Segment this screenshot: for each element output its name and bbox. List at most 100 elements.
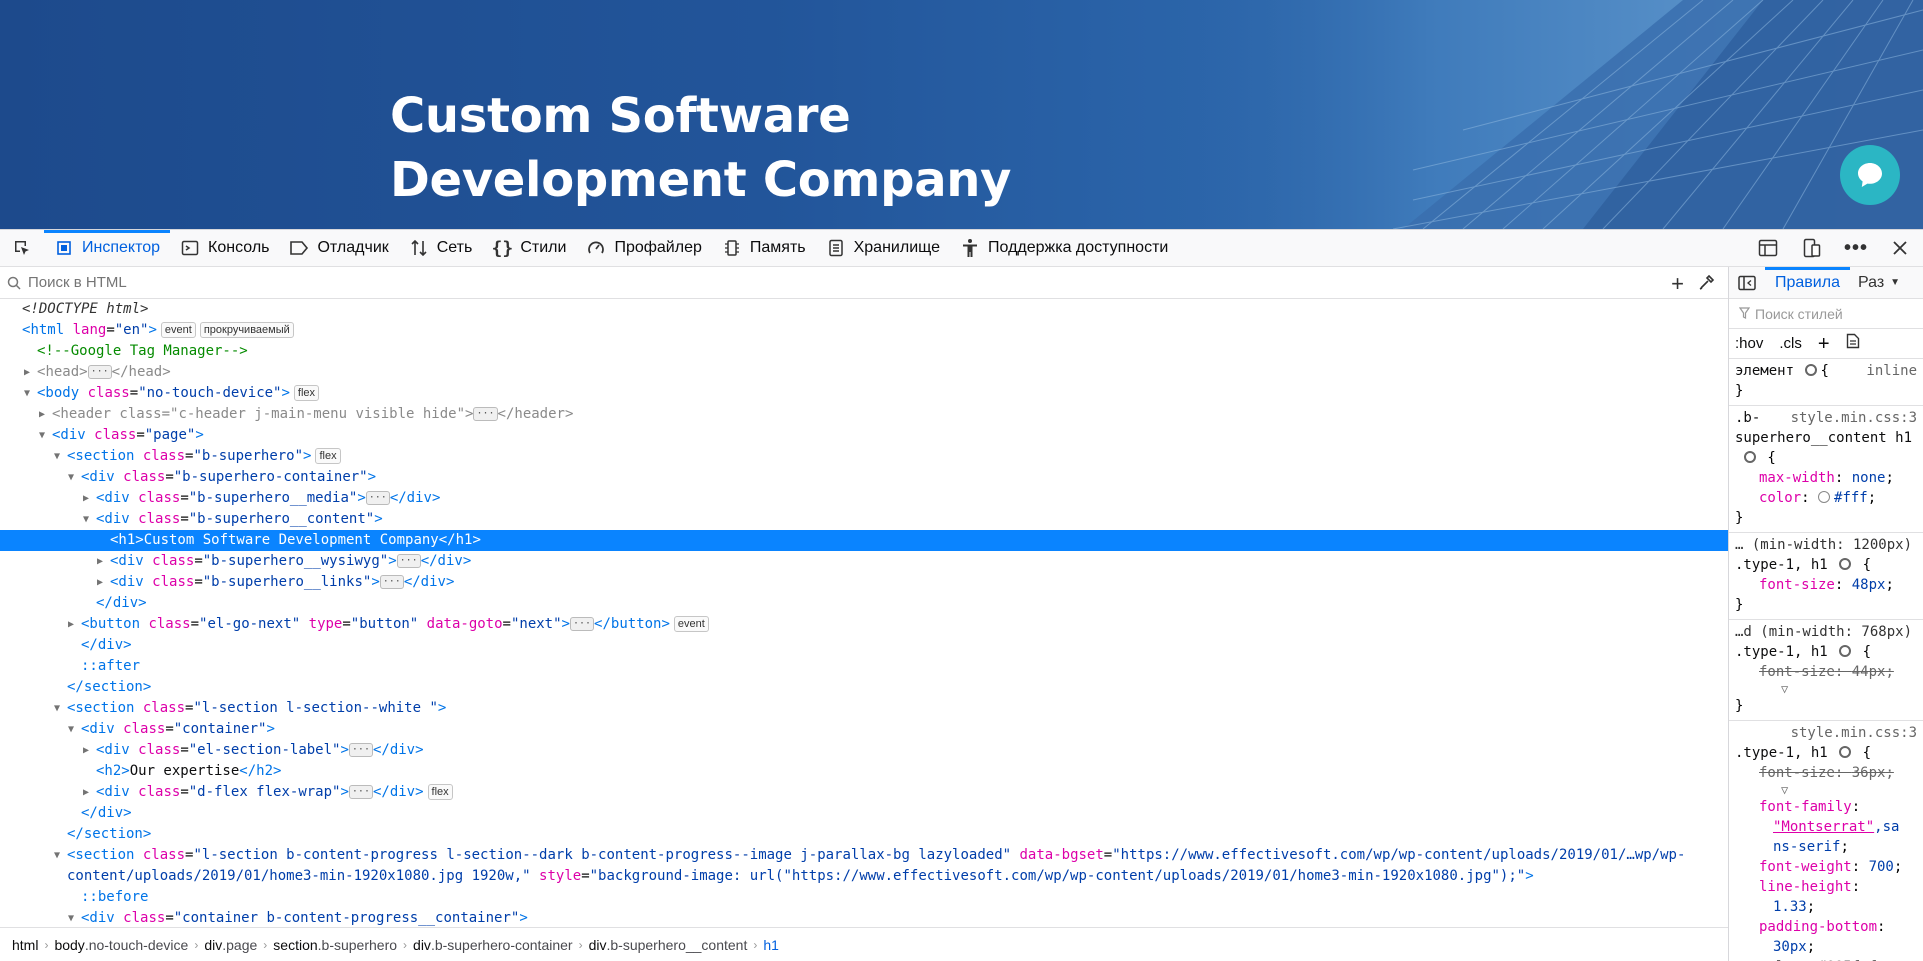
font-link[interactable]: "Montserrat": [1773, 819, 1874, 835]
markup-line-h1-selected[interactable]: <h1>Custom Software Development Company<…: [0, 530, 1728, 551]
tab-network[interactable]: Сеть: [399, 230, 483, 266]
collapsed-ellipsis[interactable]: ···: [473, 407, 498, 421]
collapse-arrow-icon[interactable]: ▼: [66, 719, 76, 740]
markup-line-section-label[interactable]: ▶ <div class="el-section-label"> ··· </div>: [0, 740, 1728, 761]
breadcrumb-item-html[interactable]: html: [8, 937, 42, 953]
expand-arrow-icon[interactable]: ▶: [66, 614, 76, 635]
add-rule-icon[interactable]: +: [1818, 334, 1830, 354]
markup-line-close-div[interactable]: </div>: [0, 803, 1728, 824]
color-swatch[interactable]: [1818, 491, 1831, 503]
markup-line-head[interactable]: ▶ <head> ··· </head>: [0, 362, 1728, 383]
markup-line-section-progress[interactable]: ▼ <section class="l-section b-content-pro…: [0, 845, 1728, 887]
markup-line-h2[interactable]: <h2>Our expertise</h2>: [0, 761, 1728, 782]
rule-source[interactable]: style.min.css:3: [1791, 408, 1917, 428]
declaration-overridden[interactable]: font-size: 44px;: [1735, 662, 1917, 682]
collapsed-ellipsis[interactable]: ···: [348, 743, 373, 757]
media-query[interactable]: …d (min-width: 768px): [1735, 622, 1917, 642]
collapsed-ellipsis[interactable]: ···: [348, 785, 373, 799]
print-simulation-icon[interactable]: [1846, 333, 1860, 355]
gear-icon[interactable]: [1805, 364, 1818, 376]
styles-filter[interactable]: Поиск стилей: [1729, 299, 1923, 329]
tab-profiler[interactable]: Профайлер: [576, 230, 711, 266]
flex-badge[interactable]: flex: [315, 448, 341, 464]
flex-badge[interactable]: flex: [293, 385, 320, 401]
markup-line-superhero-content[interactable]: ▼ <div class="b-superhero__content">: [0, 509, 1728, 530]
expand-arrow-icon[interactable]: ▶: [95, 572, 105, 593]
expand-arrow-icon[interactable]: ▶: [95, 551, 105, 572]
breadcrumb-item-content[interactable]: div .b-superhero__content: [585, 937, 752, 953]
filter-icon[interactable]: ▽: [1735, 682, 1917, 696]
scrollable-badge[interactable]: прокручиваемый: [199, 322, 294, 338]
rule-selector[interactable]: .b-: [1735, 410, 1760, 426]
element-picker-button[interactable]: [0, 230, 44, 266]
breadcrumb-item-section[interactable]: section .b-superhero: [269, 937, 401, 953]
markup-line-header[interactable]: ▶ <header class="c-header j-main-menu vis…: [0, 404, 1728, 425]
event-badge[interactable]: event: [673, 616, 709, 632]
chat-widget-button[interactable]: [1840, 145, 1900, 205]
markup-line-doctype[interactable]: <!DOCTYPE html>: [0, 299, 1728, 320]
rule-source[interactable]: inline: [1866, 361, 1917, 381]
markup-line-close-section[interactable]: </section>: [0, 824, 1728, 845]
declaration[interactable]: max-width: none;: [1735, 468, 1917, 488]
markup-line-superhero-links[interactable]: ▶ <div class="b-superhero__links"> ··· </di…: [0, 572, 1728, 593]
more-options-icon[interactable]: •••: [1844, 237, 1867, 259]
declaration-overridden[interactable]: color: #005faf: [1735, 957, 1917, 961]
markup-line-section-white[interactable]: ▼ <section class="l-section l-section--wh…: [0, 698, 1728, 719]
cls-toggle[interactable]: .cls: [1779, 334, 1802, 354]
toggle-sidebar-button[interactable]: [1729, 267, 1765, 298]
markup-line-button[interactable]: ▶ <button class="el-go-next" type="button…: [0, 614, 1728, 635]
flex-badge[interactable]: flex: [427, 784, 453, 800]
markup-line-close-div[interactable]: </div>: [0, 635, 1728, 656]
collapsed-ellipsis[interactable]: ···: [379, 575, 404, 589]
collapse-arrow-icon[interactable]: ▼: [52, 698, 62, 719]
tab-rules[interactable]: Правила: [1765, 267, 1850, 298]
markup-line-close-section[interactable]: </section>: [0, 677, 1728, 698]
media-query[interactable]: … (min-width: 1200px): [1735, 535, 1917, 555]
collapse-arrow-icon[interactable]: ▼: [22, 383, 32, 404]
markup-line-after[interactable]: ::after: [0, 656, 1728, 677]
collapse-arrow-icon[interactable]: ▼: [66, 908, 76, 927]
collapsed-ellipsis[interactable]: ···: [396, 554, 421, 568]
declaration[interactable]: padding-bottom:: [1735, 917, 1917, 937]
close-icon[interactable]: [1889, 237, 1911, 259]
tab-style-editor[interactable]: {} Стили: [482, 230, 576, 266]
tab-storage[interactable]: Хранилище: [816, 230, 950, 266]
gear-icon[interactable]: [1839, 645, 1852, 657]
filter-icon[interactable]: ▽: [1735, 783, 1917, 797]
collapsed-ellipsis[interactable]: ···: [87, 365, 112, 379]
add-node-icon[interactable]: +: [1671, 271, 1684, 297]
breadcrumb-item-div-page[interactable]: div .page: [200, 937, 261, 953]
split-console-icon[interactable]: [1757, 237, 1779, 259]
tab-console[interactable]: Консоль: [170, 230, 279, 266]
rule-selector[interactable]: superhero__content h1: [1735, 430, 1912, 446]
expand-arrow-icon[interactable]: ▶: [81, 782, 91, 803]
expand-arrow-icon[interactable]: ▶: [37, 404, 47, 425]
rule-selector[interactable]: .type-1, h1: [1735, 557, 1828, 573]
markup-line-superhero-wysiwyg[interactable]: ▶ <div class="b-superhero__wysiwyg"> ··· </…: [0, 551, 1728, 572]
markup-line-progress-container[interactable]: ▼ <div class="container b-content-progres…: [0, 908, 1728, 927]
rule-selector[interactable]: элемент: [1735, 363, 1794, 379]
breadcrumb-item-container[interactable]: div .b-superhero-container: [409, 937, 577, 953]
rule-selector[interactable]: .type-1, h1: [1735, 644, 1828, 660]
collapse-arrow-icon[interactable]: ▼: [52, 446, 62, 467]
collapse-arrow-icon[interactable]: ▼: [81, 509, 91, 530]
declaration[interactable]: font-size: 48px;: [1735, 575, 1917, 595]
breadcrumb-item-h1[interactable]: h1: [759, 937, 783, 953]
markup-line-html[interactable]: <html lang="en"> event прокручиваемый: [0, 320, 1728, 341]
eyedropper-icon[interactable]: [1698, 273, 1716, 295]
tab-accessibility[interactable]: Поддержка доступности: [950, 230, 1178, 266]
declaration[interactable]: line-height:: [1735, 877, 1917, 897]
breadcrumb-item-body[interactable]: body .no-touch-device: [50, 937, 192, 953]
expand-arrow-icon[interactable]: ▶: [81, 488, 91, 509]
expand-arrow-icon[interactable]: ▶: [22, 362, 32, 383]
collapse-arrow-icon[interactable]: ▼: [52, 845, 62, 866]
declaration-overridden[interactable]: font-size: 36px;: [1735, 763, 1917, 783]
rule-selector[interactable]: .type-1, h1: [1735, 745, 1828, 761]
expand-arrow-icon[interactable]: ▶: [81, 740, 91, 761]
markup-line-superhero-container[interactable]: ▼ <div class="b-superhero-container">: [0, 467, 1728, 488]
collapsed-ellipsis[interactable]: ···: [569, 617, 595, 631]
collapse-arrow-icon[interactable]: ▼: [66, 467, 76, 488]
markup-line-div-page[interactable]: ▼ <div class="page">: [0, 425, 1728, 446]
markup-line-close-div[interactable]: </div>: [0, 593, 1728, 614]
markup-line-superhero-media[interactable]: ▶ <div class="b-superhero__media"> ··· </di…: [0, 488, 1728, 509]
